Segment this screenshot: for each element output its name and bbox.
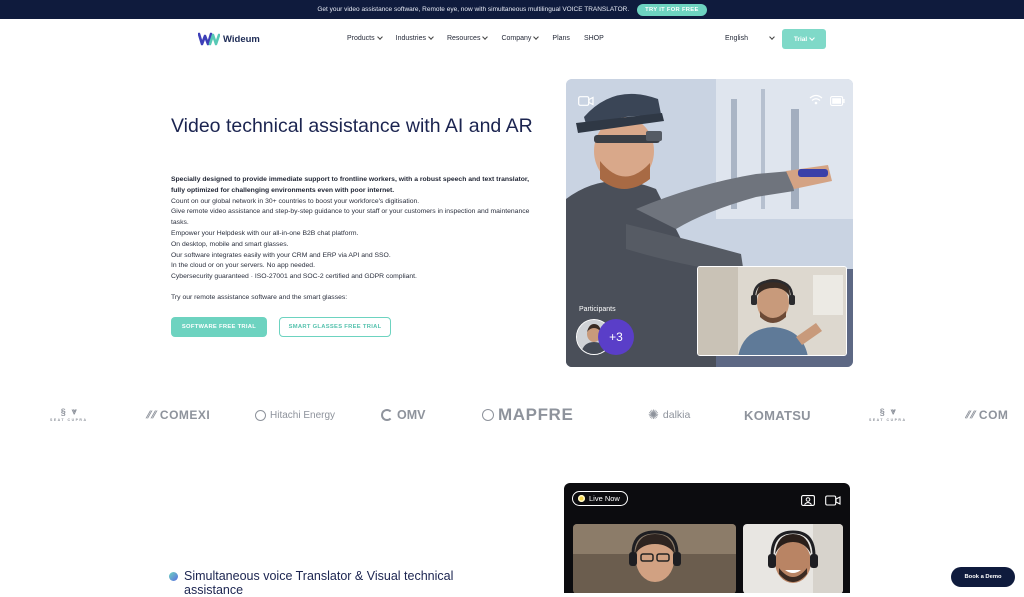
hero-line: Give remote video assistance and step-by…: [171, 208, 530, 227]
promo-bar: Get your video assistance software, Remo…: [0, 0, 1024, 19]
chevron-down-icon: [376, 34, 383, 40]
participant-portrait: [743, 524, 843, 593]
client-logo-comexi-repeat: ⫽⫽ COM: [965, 406, 1024, 424]
expert-video-tile: [697, 266, 847, 356]
wideum-logo[interactable]: Wideum: [197, 32, 260, 46]
menu-label: Industries: [395, 35, 426, 42]
menu-industries[interactable]: Industries: [395, 34, 434, 42]
menu-plans[interactable]: Plans: [552, 35, 570, 42]
trial-button[interactable]: Trial: [782, 29, 826, 49]
menu-label: SHOP: [583, 35, 604, 42]
chevron-down-icon: [482, 34, 489, 40]
menu-shop[interactable]: SHOP: [584, 35, 604, 42]
cupra-logo-icon: ⩔: [71, 406, 77, 416]
camera-icon[interactable]: [578, 93, 594, 111]
try-free-button[interactable]: TRY IT FOR FREE: [637, 3, 707, 16]
hitachi-logo-icon: [255, 409, 266, 421]
hero-video-call: Participants +3: [566, 79, 853, 367]
cupra-logo-icon: ⩔: [890, 406, 896, 416]
promo-message: Get your video assistance software, Remo…: [317, 6, 630, 13]
chevron-down-icon: [428, 34, 434, 40]
client-logo-hitachi-energy: Hitachi Energy: [255, 406, 335, 424]
logo-text: KOMATSU: [744, 407, 811, 423]
mapfre-logo-icon: [482, 409, 494, 421]
hero-lead: Specially designed to provide immediate …: [171, 176, 530, 194]
wifi-icon: [809, 92, 823, 110]
logo-fragment: [0, 406, 4, 424]
logo-text: COM: [978, 408, 1009, 422]
client-logo-comexi: ⫽⫽ COMEXI: [146, 406, 210, 424]
book-demo-button[interactable]: Book a Demo: [951, 567, 1015, 587]
chevron-down-icon: [809, 34, 816, 41]
live-call-panel: Live Now: [564, 483, 850, 593]
participants-label: Participants: [579, 306, 616, 313]
primary-menu: Products Industries Resources Company Pl…: [347, 34, 604, 42]
logo-text: dalkia: [662, 409, 691, 421]
menu-label: Resources: [446, 35, 481, 42]
menu-company[interactable]: Company: [501, 34, 540, 42]
comexi-logo-icon: ⫽⫽: [146, 409, 156, 421]
dalkia-logo-icon: ✺: [648, 407, 659, 422]
battery-icon: [830, 93, 845, 111]
client-logo-mapfre: MAPFRE: [482, 405, 574, 424]
more-participants-badge[interactable]: +3: [598, 319, 634, 355]
menu-resources[interactable]: Resources: [446, 34, 489, 42]
screen-share-icon[interactable]: [801, 493, 815, 511]
hero-line: Empower your Helpdesk with our all-in-on…: [171, 229, 359, 237]
seat-logo-icon: §: [879, 406, 885, 417]
live-now-badge: Live Now: [572, 491, 628, 506]
client-logo-seat-cupra-repeat: § ⩔ SEAT CUPRA: [869, 406, 907, 424]
participant-video-tile: [573, 524, 736, 593]
logo-text: Wideum: [223, 33, 260, 45]
menu-label: Plans: [552, 35, 570, 42]
menu-label: Products: [347, 35, 375, 42]
main-nav: Wideum Products Industries Resources Com…: [0, 19, 1024, 61]
bullet-dot-icon: [169, 572, 178, 581]
logo-text: COMEXI: [159, 408, 211, 422]
participant-video-tile: [743, 524, 843, 593]
client-logo-komatsu: KOMATSU: [744, 406, 811, 424]
hero-line: Cybersecurity guaranteed · ISO-27001 and…: [171, 273, 417, 281]
logo-text: MAPFRE: [498, 405, 574, 424]
logo-text: OMV: [397, 408, 426, 422]
live-now-label: Live Now: [589, 494, 620, 503]
wideum-logo-icon: [197, 32, 221, 46]
language-selector[interactable]: English: [725, 34, 775, 42]
menu-label: Company: [501, 35, 532, 42]
participant-portrait: [573, 524, 736, 593]
hero-line: On desktop, mobile and smart glasses.: [171, 240, 289, 248]
seat-logo-icon: §: [60, 406, 66, 417]
logo-text: SEAT CUPRA: [869, 418, 907, 422]
camera-icon[interactable]: [825, 493, 841, 511]
language-label: English: [725, 35, 748, 42]
hero-description: Specially designed to provide immediate …: [171, 175, 541, 304]
omv-logo-icon: [381, 409, 393, 421]
client-logo-dalkia: ✺ dalkia: [648, 406, 690, 424]
client-logo-seat-cupra: § ⩔ SEAT CUPRA: [50, 406, 88, 424]
menu-products[interactable]: Products: [347, 34, 383, 42]
chevron-down-icon: [533, 34, 540, 40]
hero-line: Our software integrates easily with your…: [171, 251, 391, 259]
comexi-logo-icon: ⫽⫽: [965, 409, 975, 421]
hero-try-line: Try our remote assistance software and t…: [171, 293, 348, 301]
expert-portrait: [698, 267, 846, 355]
logo-text: Hitachi Energy: [270, 409, 336, 421]
chevron-down-icon: [769, 34, 775, 40]
smart-glasses-free-trial-button[interactable]: SMART GLASSES FREE TRIAL: [279, 317, 391, 337]
live-indicator-icon: [578, 495, 585, 502]
trial-label: Trial: [793, 35, 808, 43]
logo-text: SEAT CUPRA: [50, 418, 88, 422]
client-logo-omv: OMV: [381, 406, 425, 424]
software-free-trial-button[interactable]: SOFTWARE FREE TRIAL: [171, 317, 267, 337]
hero-title: Video technical assistance with AI and A…: [171, 115, 533, 137]
hero-line: In the cloud or on your servers. No app …: [171, 262, 315, 270]
hero-line: Count on our global network in 30+ count…: [171, 197, 420, 205]
